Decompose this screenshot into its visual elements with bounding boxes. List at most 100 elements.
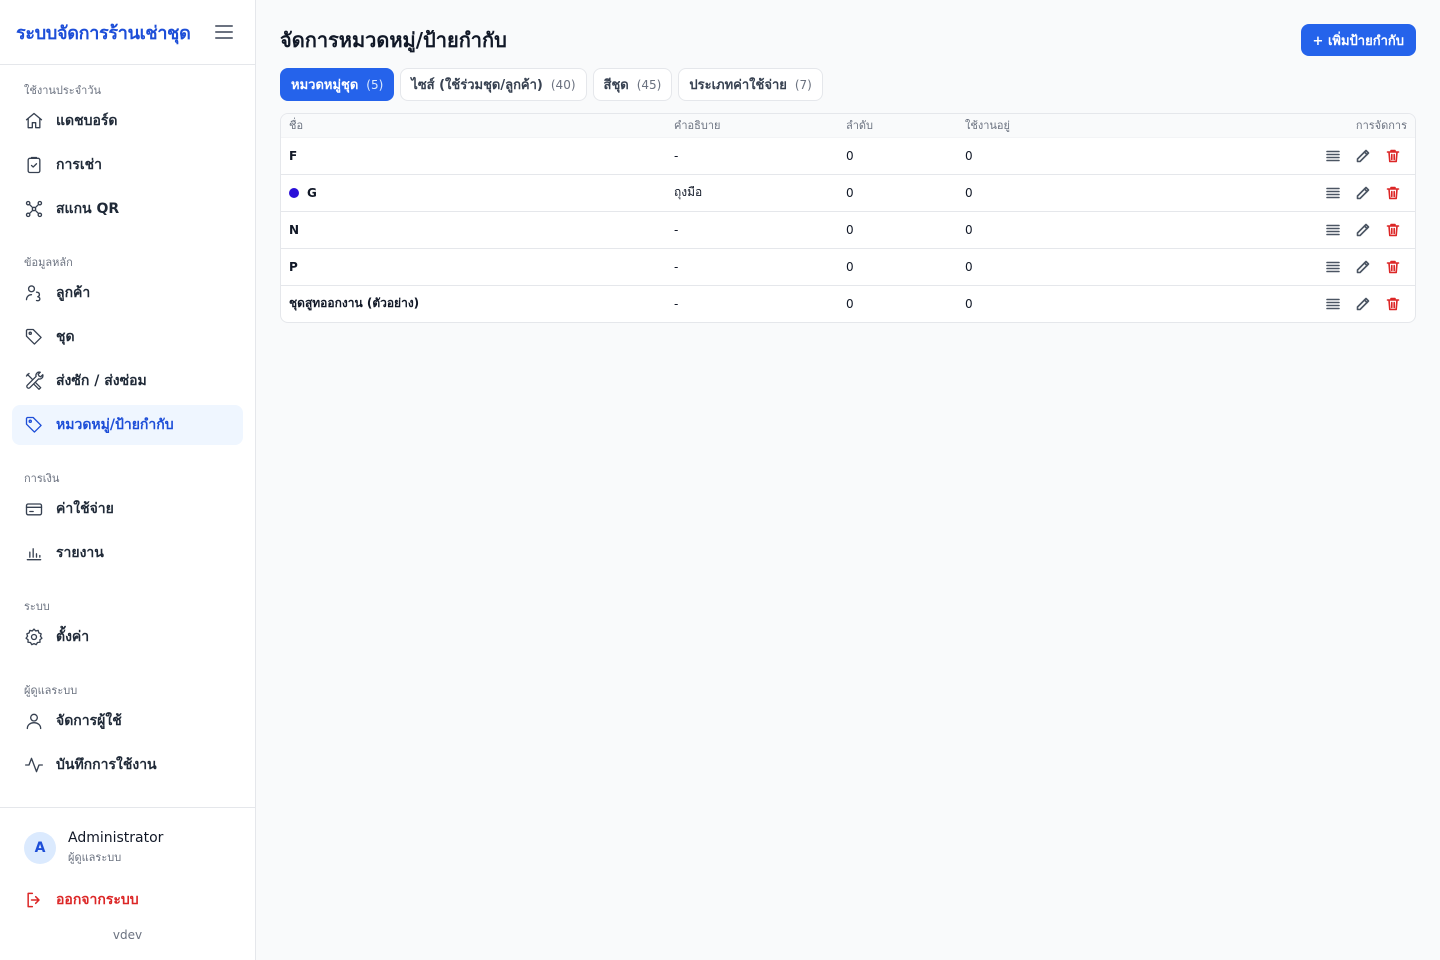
delete-icon[interactable] bbox=[1385, 222, 1401, 238]
page-header: จัดการหมวดหมู่/ป้ายกำกับ + เพิ่มป้ายกำกั… bbox=[280, 24, 1416, 56]
row-name: G bbox=[307, 185, 317, 200]
sidebar-item-laundry-repair[interactable]: ส่งซัก / ส่งซ่อม bbox=[12, 361, 243, 401]
section-label-daily: ใช้งานประจำวัน bbox=[24, 84, 102, 97]
user-icon bbox=[24, 711, 44, 731]
row-in-use: 0 bbox=[965, 296, 973, 311]
edit-icon[interactable] bbox=[1355, 259, 1371, 275]
row-name: P bbox=[289, 259, 298, 274]
row-description: - bbox=[666, 248, 838, 286]
sidebar-item-label: สแกน QR bbox=[56, 201, 120, 217]
table-row: P - 0 0 bbox=[281, 248, 1415, 286]
qr-scan-icon bbox=[24, 199, 44, 219]
user-profile[interactable]: A Administrator ผู้ดูแลระบบ bbox=[0, 808, 255, 866]
sidebar-item-settings[interactable]: ตั้งค่า bbox=[12, 617, 243, 657]
row-order: 0 bbox=[838, 211, 957, 249]
column-header-order: ลำดับ bbox=[838, 114, 957, 138]
main-content: จัดการหมวดหมู่/ป้ายกำกับ + เพิ่มป้ายกำกั… bbox=[256, 0, 1440, 960]
row-order: 0 bbox=[838, 174, 957, 212]
row-description: ถุงมือ bbox=[666, 174, 838, 212]
sidebar-item-customers[interactable]: ลูกค้า bbox=[12, 273, 243, 313]
table-row: ชุดสูทออกงาน (ตัวอย่าง) - 0 0 bbox=[281, 285, 1415, 322]
activity-icon bbox=[24, 755, 44, 775]
tab-bar: หมวดหมู่ชุด (5) ไซส์ (ใช้ร่วมชุด/ลูกค้า) (… bbox=[280, 68, 1416, 101]
gear-icon bbox=[24, 627, 44, 647]
tab-count: (45) bbox=[636, 77, 662, 92]
row-in-use: 0 bbox=[957, 211, 1197, 249]
sidebar-item-outfits[interactable]: ชุด bbox=[12, 317, 243, 357]
edit-icon[interactable] bbox=[1355, 222, 1371, 238]
tab-count: (40) bbox=[550, 77, 576, 92]
logout-label: ออกจากระบบ bbox=[56, 892, 139, 908]
reorder-icon[interactable] bbox=[1325, 222, 1341, 238]
logout-icon bbox=[27, 892, 40, 908]
table-row: N - 0 0 bbox=[281, 211, 1415, 249]
menu-toggle-icon[interactable] bbox=[215, 25, 233, 39]
column-header-actions: การจัดการ bbox=[1197, 114, 1415, 138]
reorder-icon[interactable] bbox=[1325, 185, 1341, 201]
reorder-icon[interactable] bbox=[1325, 148, 1341, 164]
row-actions-cell bbox=[1197, 137, 1415, 175]
row-order: 0 bbox=[838, 248, 957, 286]
delete-icon[interactable] bbox=[1385, 185, 1401, 201]
row-order: 0 bbox=[846, 296, 854, 311]
tab-sizes[interactable]: ไซส์ (ใช้ร่วมชุด/ลูกค้า) (40) bbox=[400, 68, 587, 101]
delete-icon[interactable] bbox=[1385, 148, 1401, 164]
app-title[interactable]: ระบบจัดการร้านเช่าชุด bbox=[16, 18, 191, 47]
sidebar-item-activity-log[interactable]: บันทึกการใช้งาน bbox=[12, 745, 243, 785]
row-name: F bbox=[289, 148, 298, 163]
row-name-cell: F bbox=[281, 137, 666, 175]
sidebar-footer: A Administrator ผู้ดูแลระบบ ออกจากระบบ v… bbox=[0, 807, 255, 960]
sidebar-item-label: ส่งซัก / ส่งซ่อม bbox=[56, 373, 147, 389]
tab-outfit-categories[interactable]: หมวดหมู่ชุด (5) bbox=[280, 68, 395, 101]
page-title: จัดการหมวดหมู่/ป้ายกำกับ bbox=[280, 28, 507, 52]
row-name-cell: N bbox=[281, 211, 666, 249]
sidebar-item-user-management[interactable]: จัดการผู้ใช้ bbox=[12, 701, 243, 741]
row-description: - bbox=[666, 137, 838, 175]
row-actions-cell bbox=[1197, 285, 1415, 322]
sidebar-item-label: จัดการผู้ใช้ bbox=[56, 713, 122, 729]
row-name: N bbox=[289, 222, 300, 237]
section-label-system: ระบบ bbox=[24, 600, 50, 613]
add-tag-button[interactable]: + เพิ่มป้ายกำกับ bbox=[1300, 24, 1416, 56]
sidebar-item-rentals[interactable]: การเช่า bbox=[12, 145, 243, 185]
tab-count: (7) bbox=[794, 77, 812, 92]
clipboard-check-icon bbox=[24, 155, 44, 175]
tab-expense-types[interactable]: ประเภทค่าใช้จ่าย (7) bbox=[678, 68, 823, 101]
sidebar-item-label: หมวดหมู่/ป้ายกำกับ bbox=[56, 417, 174, 433]
user-role: ผู้ดูแลระบบ bbox=[68, 851, 122, 864]
sidebar-item-scan-qr[interactable]: สแกน QR bbox=[12, 189, 243, 229]
edit-icon[interactable] bbox=[1355, 185, 1371, 201]
sidebar-item-label: แดชบอร์ด bbox=[56, 113, 118, 129]
sidebar-item-label: ตั้งค่า bbox=[56, 629, 90, 645]
sidebar-item-dashboard[interactable]: แดชบอร์ด bbox=[12, 101, 243, 141]
section-label-finance: การเงิน bbox=[24, 472, 60, 485]
tab-count: (5) bbox=[366, 77, 384, 92]
delete-icon[interactable] bbox=[1385, 259, 1401, 275]
avatar: A bbox=[24, 832, 56, 864]
row-name: ชุดสูทออกงาน (ตัวอย่าง) bbox=[289, 296, 420, 311]
version-label: vdev bbox=[112, 928, 143, 942]
categories-table: ชื่อ คำอธิบาย ลำดับ ใช้งานอยู่ การจัดการ… bbox=[280, 113, 1416, 323]
logout-button[interactable]: ออกจากระบบ bbox=[0, 888, 255, 912]
sidebar-item-label: รายงาน bbox=[56, 545, 104, 561]
tab-label: ไซส์ (ใช้ร่วมชุด/ลูกค้า) bbox=[411, 78, 543, 93]
table-row: G ถุงมือ 0 0 bbox=[281, 174, 1415, 212]
row-actions-cell bbox=[1197, 174, 1415, 212]
tab-label: สีชุด bbox=[603, 78, 629, 93]
edit-icon[interactable] bbox=[1355, 296, 1371, 312]
delete-icon[interactable] bbox=[1385, 296, 1401, 312]
sidebar-item-reports[interactable]: รายงาน bbox=[12, 533, 243, 573]
sidebar-item-expenses[interactable]: ค่าใช้จ่าย bbox=[12, 489, 243, 529]
sidebar-header: ระบบจัดการร้านเช่าชุด bbox=[0, 0, 255, 65]
reorder-icon[interactable] bbox=[1325, 259, 1341, 275]
row-in-use: 0 bbox=[957, 174, 1197, 212]
sidebar-item-categories[interactable]: หมวดหมู่/ป้ายกำกับ bbox=[12, 405, 243, 445]
color-dot bbox=[289, 187, 299, 198]
sidebar-item-label: ชุด bbox=[56, 329, 75, 345]
sidebar-item-label: ค่าใช้จ่าย bbox=[56, 501, 114, 517]
reorder-icon[interactable] bbox=[1325, 296, 1341, 312]
section-label-master-data: ข้อมูลหลัก bbox=[24, 256, 73, 269]
tab-colors[interactable]: สีชุด (45) bbox=[592, 68, 673, 101]
bar-chart-icon bbox=[24, 543, 44, 563]
edit-icon[interactable] bbox=[1355, 148, 1371, 164]
